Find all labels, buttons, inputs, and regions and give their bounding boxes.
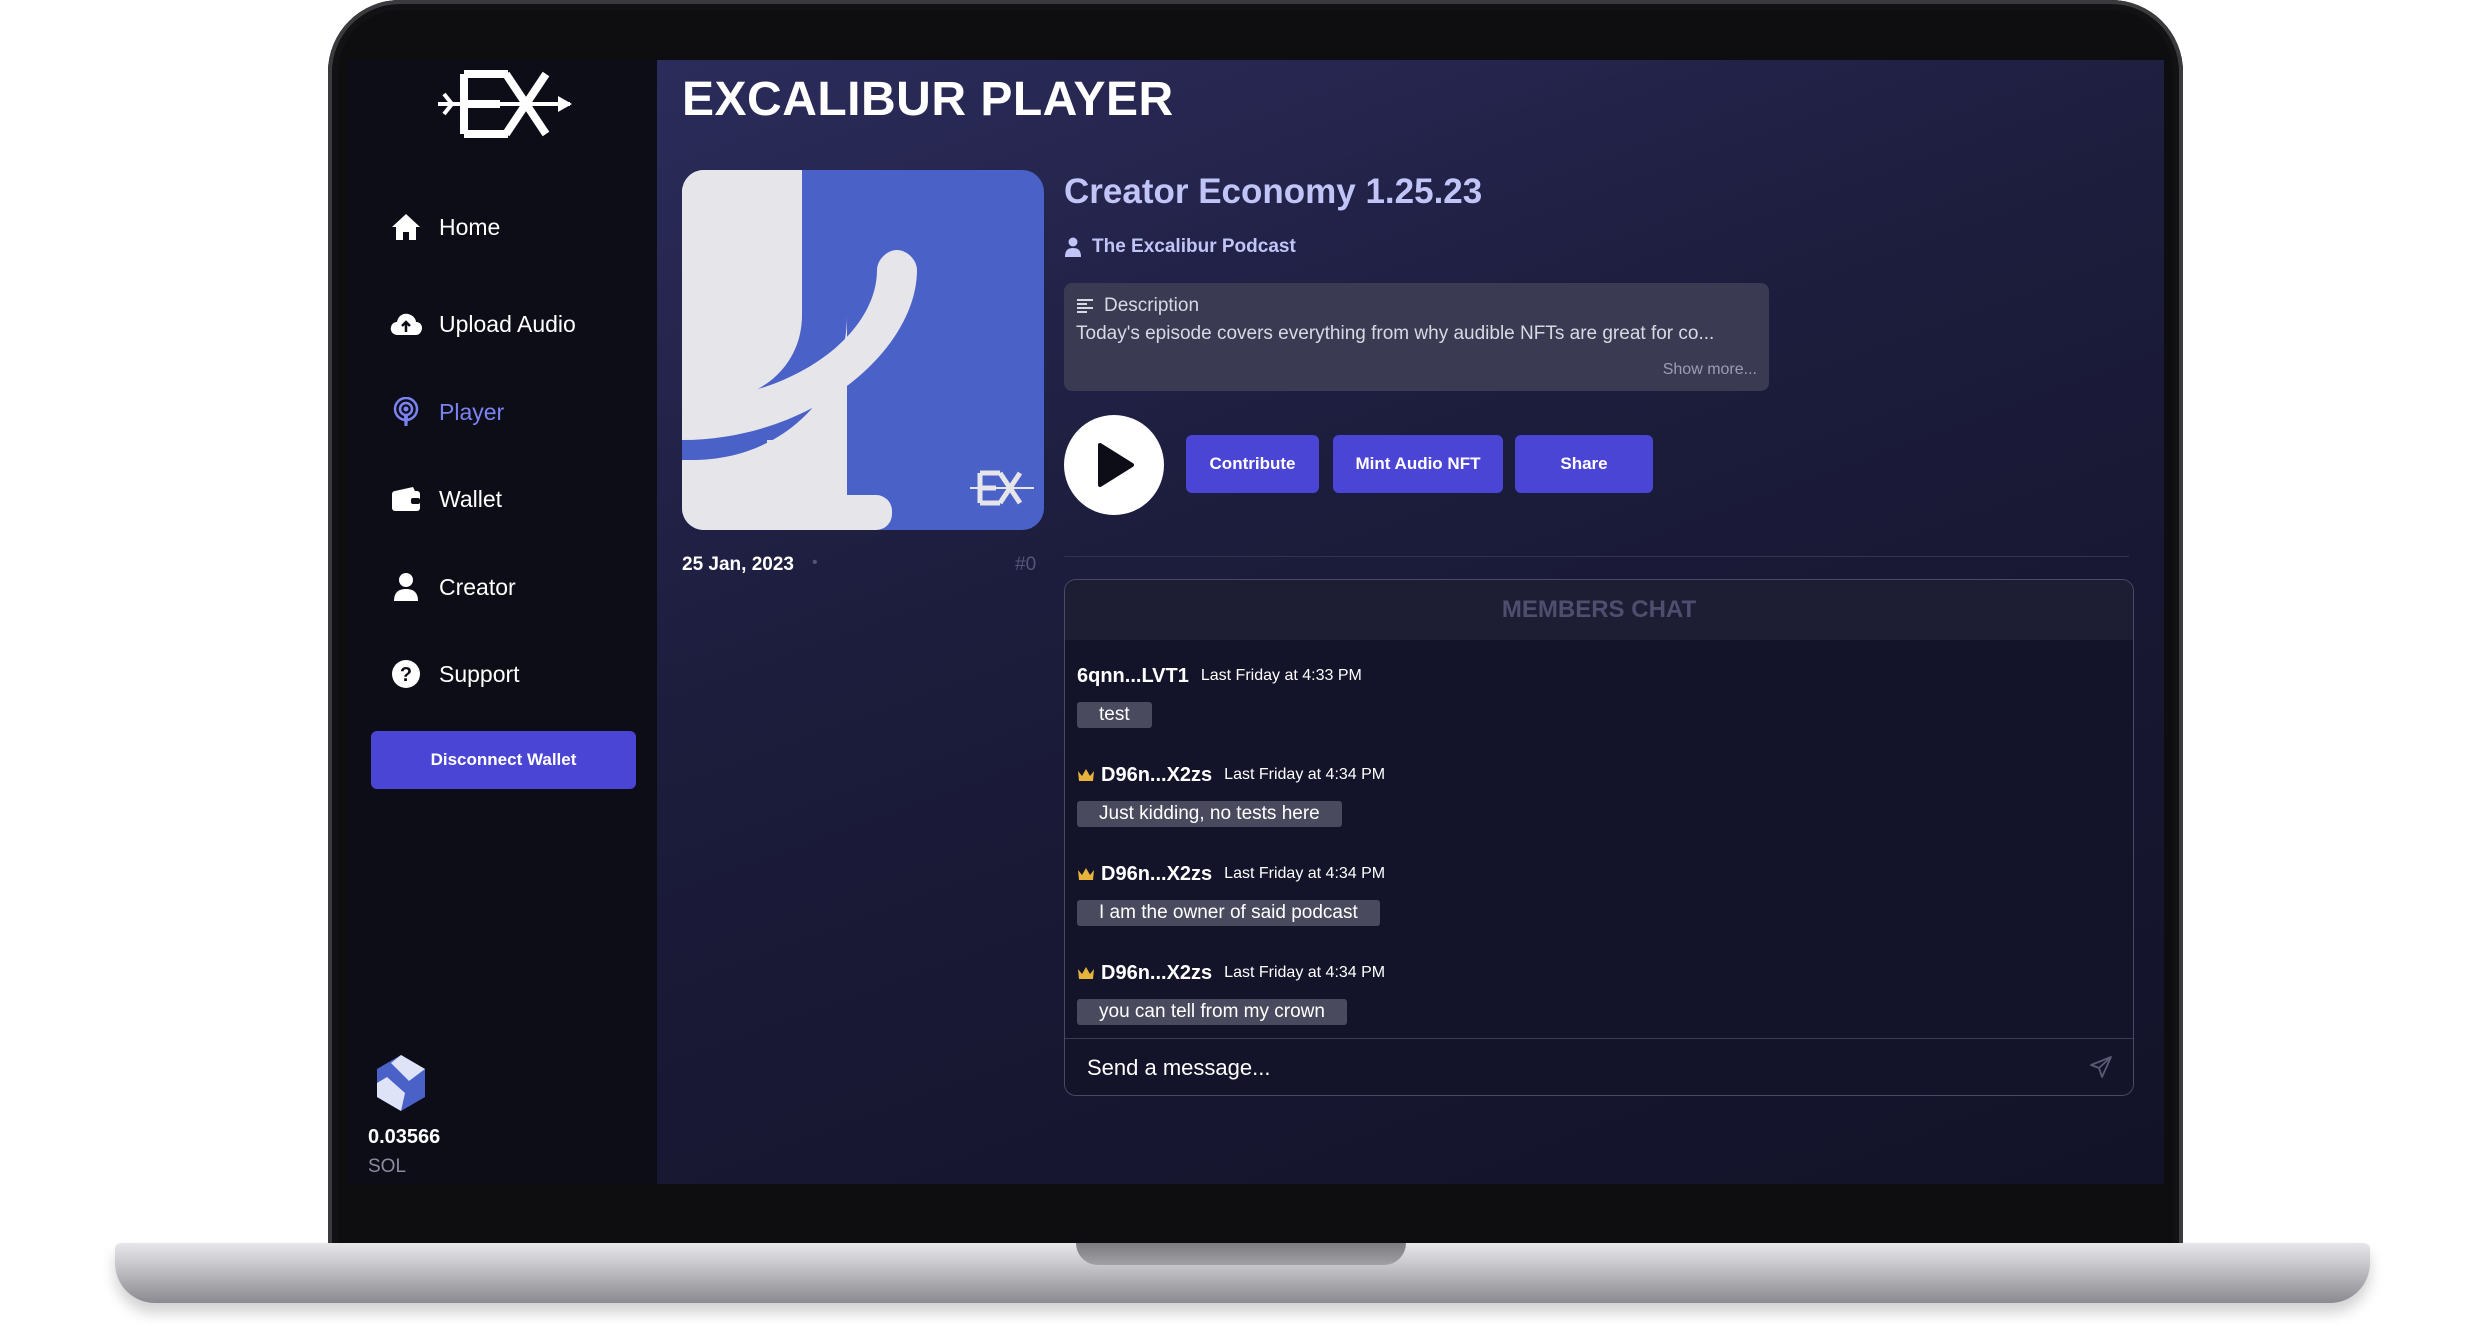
description-header: Description [1076, 295, 1199, 317]
sidebar-item-upload-audio[interactable]: Upload Audio [389, 299, 576, 349]
sol-balance: 0.03566 [368, 1126, 441, 1148]
message-meta: D96n...X2zs Last Friday at 4:34 PM [1077, 961, 1385, 985]
message-username[interactable]: D96n...X2zs [1101, 863, 1212, 886]
chat-title: MEMBERS CHAT [1065, 580, 2133, 640]
sidebar-item-player[interactable]: Player [389, 387, 504, 437]
app-screen: Home Upload Audio Player Wallet Creator [349, 60, 2164, 1184]
podcast-label: The Excalibur Podcast [1092, 236, 1296, 257]
chat-message: D96n...X2zs Last Friday at 4:34 PM you c… [1077, 961, 1385, 1025]
episode-number: #0 [1015, 554, 1037, 575]
main-content: EXCALIBUR PLAYER 25 Jan, 2023 • #0 Creat… [657, 60, 2164, 1184]
sidebar-item-label: Home [439, 213, 501, 240]
laptop-notch [1076, 1243, 1406, 1265]
disconnect-wallet-button[interactable]: Disconnect Wallet [371, 731, 636, 789]
chat-message-input[interactable] [1085, 1049, 2049, 1087]
description-text: Today's episode covers everything from w… [1076, 323, 1715, 344]
chat-message: D96n...X2zs Last Friday at 4:34 PM I am … [1077, 862, 1385, 926]
share-button[interactable]: Share [1515, 435, 1653, 493]
excalibur-logo[interactable] [434, 66, 574, 142]
cloud-upload-icon [389, 307, 423, 341]
wallet-icon [389, 482, 423, 516]
message-meta: D96n...X2zs Last Friday at 4:34 PM [1077, 862, 1385, 886]
members-chat: MEMBERS CHAT 6qnn...LVT1 Last Friday at … [1064, 579, 2134, 1096]
contribute-button[interactable]: Contribute [1186, 435, 1319, 493]
message-username[interactable]: D96n...X2zs [1101, 764, 1212, 787]
send-icon[interactable] [2089, 1055, 2113, 1079]
separator-dot: • [812, 554, 818, 571]
message-time: Last Friday at 4:34 PM [1224, 865, 1386, 882]
crown-icon [1078, 868, 1094, 880]
message-text: Just kidding, no tests here [1077, 801, 1342, 827]
crown-icon [1078, 967, 1094, 979]
message-time: Last Friday at 4:34 PM [1224, 766, 1386, 783]
svg-text:?: ? [400, 664, 412, 686]
message-text: test [1077, 702, 1152, 728]
play-icon [1098, 443, 1134, 487]
podcast-cover-art [682, 170, 1044, 530]
sidebar-item-home[interactable]: Home [389, 202, 500, 252]
play-button[interactable] [1064, 415, 1164, 515]
home-icon [389, 210, 423, 244]
sidebar-item-label: Player [439, 398, 505, 425]
chat-input-bar [1065, 1038, 2133, 1095]
message-text: I am the owner of said podcast [1077, 900, 1380, 926]
mint-audio-nft-button[interactable]: Mint Audio NFT [1333, 435, 1503, 493]
sidebar-item-label: Wallet [439, 485, 503, 512]
sidebar-item-label: Creator [439, 573, 516, 600]
help-icon: ? [389, 657, 423, 691]
align-left-icon [1077, 299, 1093, 313]
message-time: Last Friday at 4:34 PM [1224, 964, 1386, 981]
message-meta: 6qnn...LVT1 Last Friday at 4:33 PM [1077, 664, 1362, 688]
message-text: you can tell from my crown [1077, 999, 1347, 1025]
sidebar: Home Upload Audio Player Wallet Creator [349, 60, 657, 1184]
description-label: Description [1104, 295, 1200, 316]
message-meta: D96n...X2zs Last Friday at 4:34 PM [1077, 763, 1385, 787]
message-time: Last Friday at 4:33 PM [1200, 667, 1362, 684]
page-title: EXCALIBUR PLAYER [682, 73, 1174, 126]
sol-token-icon [377, 1055, 425, 1111]
podcast-icon [389, 395, 423, 429]
user-icon [1065, 237, 1081, 257]
podcast-name[interactable]: The Excalibur Podcast [1064, 236, 1296, 258]
message-username[interactable]: D96n...X2zs [1101, 962, 1212, 985]
description-box: Description Today's episode covers every… [1064, 283, 1769, 391]
sidebar-item-label: Support [439, 660, 520, 687]
user-icon [389, 570, 423, 604]
sidebar-item-wallet[interactable]: Wallet [389, 474, 502, 524]
sol-unit: SOL [368, 1156, 407, 1177]
crown-icon [1078, 769, 1094, 781]
sidebar-item-label: Upload Audio [439, 310, 576, 337]
sidebar-item-support[interactable]: ? Support [389, 649, 520, 699]
sidebar-item-creator[interactable]: Creator [389, 562, 516, 612]
show-more-link[interactable]: Show more... [1663, 361, 1757, 379]
chat-message: D96n...X2zs Last Friday at 4:34 PM Just … [1077, 763, 1385, 827]
message-username[interactable]: 6qnn...LVT1 [1077, 665, 1189, 688]
chat-message: 6qnn...LVT1 Last Friday at 4:33 PM test [1077, 664, 1362, 728]
divider [1064, 556, 2129, 557]
episode-title: Creator Economy 1.25.23 [1064, 172, 1483, 211]
episode-date: 25 Jan, 2023 [682, 554, 794, 575]
